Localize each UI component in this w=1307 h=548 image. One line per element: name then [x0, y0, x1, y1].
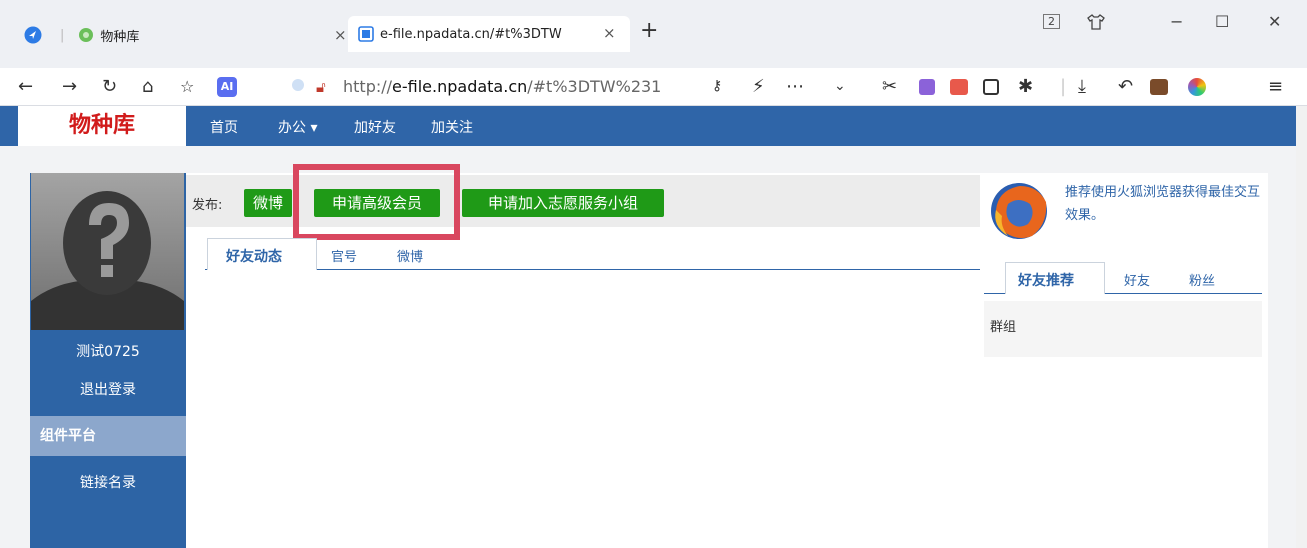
- color-app-icon[interactable]: [1188, 78, 1206, 96]
- tab-separator: |: [60, 27, 65, 43]
- apply-volunteer-group-button[interactable]: 申请加入志愿服务小组: [462, 189, 664, 217]
- tab-official-account[interactable]: 官号: [331, 246, 357, 265]
- scissors-icon[interactable]: ✂︎: [882, 76, 897, 97]
- tab-friend-activity[interactable]: 好友动态: [226, 246, 282, 266]
- browser-tab-strip: | 物种库 × e-file.npadata.cn/#t%3DTW × + 2 …: [0, 0, 1307, 68]
- firefox-icon[interactable]: [988, 180, 1050, 242]
- favorites-star-icon[interactable]: ☆: [180, 77, 194, 96]
- briefcase-icon[interactable]: [1150, 79, 1168, 95]
- password-key-icon[interactable]: ⚷: [712, 78, 722, 94]
- nav-follow[interactable]: 加关注: [431, 117, 473, 137]
- toolbar-separator: |: [1060, 76, 1067, 97]
- tab-title: e-file.npadata.cn/#t%3DTW: [380, 26, 562, 42]
- browser-tab-efile[interactable]: e-file.npadata.cn/#t%3DTW ×: [348, 16, 630, 52]
- game-icon[interactable]: [950, 79, 968, 95]
- tab-weibo[interactable]: 微博: [397, 246, 423, 265]
- username-label: 测试0725: [76, 344, 140, 360]
- close-tab-icon[interactable]: ×: [603, 24, 616, 42]
- menu-hamburger-icon[interactable]: ≡: [1268, 76, 1283, 97]
- page-favicon-icon: [358, 26, 374, 42]
- page-scrollbar[interactable]: [1296, 106, 1307, 548]
- nav-office-dropdown[interactable]: 办公 ▾: [278, 117, 317, 137]
- default-avatar-icon: [31, 191, 184, 330]
- nav-add-friend[interactable]: 加好友: [354, 117, 396, 137]
- group-section: [984, 301, 1262, 357]
- tab-friends[interactable]: 好友: [1124, 270, 1150, 289]
- url-prefix: http://: [343, 77, 393, 96]
- skin-shirt-icon[interactable]: [1086, 13, 1106, 31]
- browser-toolbar: ← → ↻ ⌂ ☆ AI 🔓︎ http://e-file.npadata.cn…: [0, 68, 1307, 106]
- undo-icon[interactable]: ↶: [1118, 76, 1133, 97]
- avatar[interactable]: [31, 173, 184, 330]
- home-icon[interactable]: ⌂: [142, 76, 153, 97]
- tab-friend-recommend[interactable]: 好友推荐: [1018, 270, 1074, 290]
- site-favicon-icon: [79, 28, 94, 42]
- close-tab-icon[interactable]: ×: [334, 26, 347, 44]
- minimize-button[interactable]: −: [1170, 12, 1183, 31]
- translate-icon[interactable]: [919, 79, 935, 95]
- lightning-icon[interactable]: ⚡︎: [752, 76, 765, 97]
- site-logo[interactable]: 物种库: [18, 106, 186, 146]
- download-icon[interactable]: ⤓: [1078, 76, 1086, 97]
- reload-icon[interactable]: ↻: [102, 76, 117, 97]
- firefox-recommend-text[interactable]: 推荐使用火狐浏览器获得最佳交互效果。: [1065, 181, 1265, 227]
- insecure-lock-icon[interactable]: 🔓︎: [316, 78, 326, 96]
- back-arrow-icon[interactable]: ←: [18, 76, 33, 97]
- forward-arrow-icon[interactable]: →: [62, 76, 77, 97]
- site-dot-icon: [292, 79, 304, 91]
- tab-fans[interactable]: 粉丝: [1189, 270, 1215, 289]
- url-path: /#t%3DTW%231: [527, 77, 662, 96]
- nav-home[interactable]: 首页: [210, 117, 238, 137]
- extension-puzzle-icon[interactable]: ✱: [1018, 76, 1033, 97]
- url-host: e-file.npadata.cn: [392, 77, 528, 96]
- new-tab-button[interactable]: +: [640, 18, 658, 43]
- chevron-down-icon[interactable]: ⌄: [834, 78, 846, 94]
- weibo-post-button[interactable]: 微博: [244, 189, 292, 217]
- ai-assistant-icon[interactable]: AI: [217, 77, 237, 97]
- group-label: 群组: [990, 320, 1017, 335]
- feed-tabs-divider: [205, 269, 980, 270]
- link-directory-link[interactable]: 链接名录: [30, 472, 186, 492]
- maximize-button[interactable]: ☐: [1215, 12, 1229, 31]
- publish-label: 发布:: [192, 198, 223, 213]
- address-bar[interactable]: http://e-file.npadata.cn/#t%3DTW%231: [343, 77, 661, 96]
- close-window-button[interactable]: ✕: [1268, 12, 1281, 31]
- tab-count-badge[interactable]: 2: [1043, 14, 1060, 29]
- tab-title: 物种库: [100, 29, 140, 45]
- window-icon[interactable]: [983, 79, 999, 95]
- site-nav-bar: [0, 106, 1296, 146]
- browser-logo-icon: [24, 26, 42, 44]
- more-dots-icon[interactable]: ⋯: [786, 76, 804, 97]
- browser-tab-species[interactable]: | 物种库 ×: [18, 18, 347, 52]
- highlight-annotation-box: [293, 164, 460, 240]
- component-platform-header[interactable]: 组件平台: [30, 416, 186, 456]
- logout-link[interactable]: 退出登录: [30, 379, 186, 399]
